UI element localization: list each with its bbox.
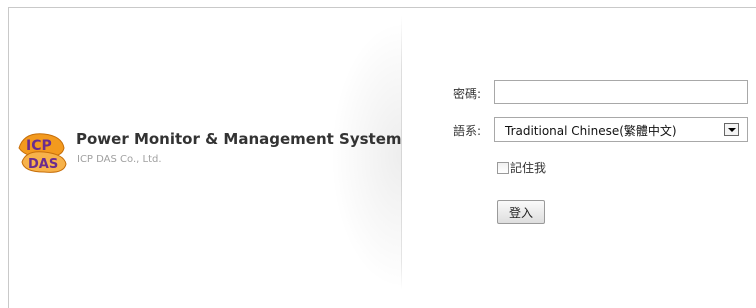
logo-text-top: ICP (26, 138, 52, 154)
remember-me-checkbox[interactable] (497, 162, 509, 174)
logo-text-bottom: DAS (28, 157, 58, 172)
company-name: ICP DAS Co., Ltd. (77, 154, 162, 165)
password-input[interactable] (494, 80, 748, 104)
language-select[interactable]: Traditional Chinese(繁體中文) (494, 117, 748, 142)
login-button[interactable]: 登入 (497, 200, 545, 224)
panel-shadow (330, 20, 402, 290)
language-label: 語系: (453, 124, 482, 138)
remember-me-label[interactable]: 記住我 (510, 159, 546, 176)
panel-divider (401, 15, 402, 290)
icpdas-logo-icon: ICP DAS (18, 133, 67, 173)
app-title: Power Monitor & Management System (76, 130, 402, 148)
language-selected-value: Traditional Chinese(繁體中文) (505, 124, 677, 138)
password-label: 密碼: (453, 87, 482, 101)
chevron-down-icon[interactable] (724, 123, 739, 136)
